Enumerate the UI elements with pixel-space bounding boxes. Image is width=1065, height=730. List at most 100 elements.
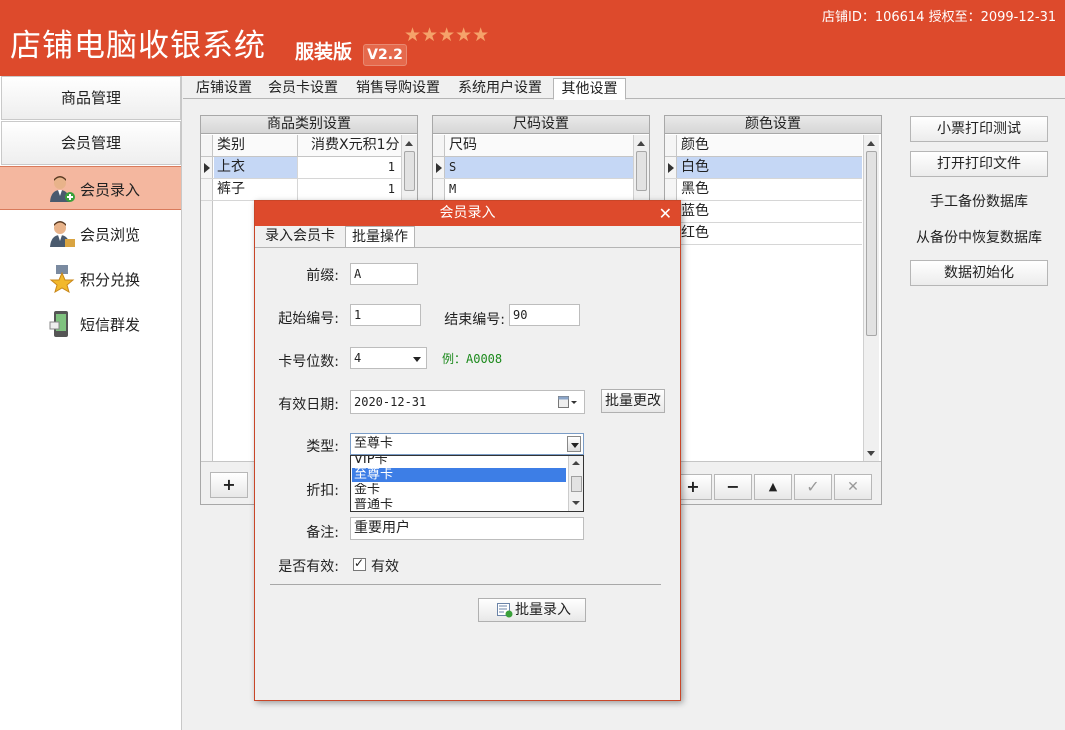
color-remove-button[interactable]: − — [714, 474, 752, 500]
size-panel-title: 尺码设置 — [433, 116, 649, 134]
scroll-up-icon[interactable] — [405, 141, 413, 146]
size-col-name: 尺码 — [449, 137, 477, 153]
color-cell[interactable]: 白色 — [681, 157, 709, 178]
valid-checkbox-label[interactable]: 有效 — [371, 556, 399, 576]
print-test-button[interactable]: 小票打印测试 — [910, 116, 1048, 142]
sidebar-item-member-add[interactable]: 会员录入 — [0, 166, 181, 210]
table-row[interactable]: 上衣 1 — [201, 157, 401, 179]
expiry-date-label: 有效日期: — [278, 397, 339, 413]
end-number-label: 结束编号: — [444, 312, 505, 328]
scroll-up-icon[interactable] — [867, 141, 875, 146]
expiry-date-value: 2020-12-31 — [354, 395, 427, 409]
data-init-button[interactable]: 数据初始化 — [910, 260, 1048, 286]
batch-entry-button[interactable]: 批量录入 — [478, 598, 586, 622]
card-type-select[interactable]: 至尊卡 — [350, 433, 584, 455]
expiry-date-picker[interactable]: 2020-12-31 — [350, 390, 585, 414]
scroll-up-icon[interactable] — [637, 141, 645, 146]
sidebar-member-management[interactable]: 会员管理 — [1, 121, 181, 165]
open-print-file-button[interactable]: 打开打印文件 — [910, 151, 1048, 177]
note-input[interactable]: 重要用户 — [350, 517, 584, 540]
sidebar-item-label: 会员录入 — [80, 181, 141, 199]
color-panel-title: 颜色设置 — [665, 116, 881, 134]
category-col-points: 消费X元积1分 — [311, 137, 400, 153]
tab-store-settings[interactable]: 店铺设置 — [190, 78, 258, 99]
note-label: 备注: — [306, 525, 339, 541]
sidebar-item-label: 短信群发 — [80, 316, 141, 334]
tab-enter-member-card[interactable]: 录入会员卡 — [258, 226, 342, 248]
sidebar-product-management[interactable]: 商品管理 — [1, 76, 181, 120]
table-row[interactable]: 裤子 1 — [201, 179, 401, 201]
prefix-input[interactable]: A — [350, 263, 418, 285]
category-name-cell[interactable]: 上衣 — [214, 157, 297, 178]
color-cancel-button[interactable]: ✕ — [834, 474, 872, 500]
scroll-thumb[interactable] — [866, 151, 877, 336]
row-indicator-icon — [204, 163, 210, 173]
scroll-down-icon[interactable] — [867, 451, 875, 456]
table-row[interactable]: M — [433, 179, 633, 201]
dialog-titlebar[interactable]: 会员录入 ✕ — [255, 201, 680, 226]
phone-icon — [49, 311, 68, 337]
size-cell[interactable]: S — [449, 157, 456, 178]
scroll-up-icon[interactable] — [572, 461, 580, 465]
card-digits-select[interactable]: 4 — [350, 347, 427, 369]
category-points-cell[interactable]: 1 — [388, 157, 395, 178]
medal-icon — [49, 265, 75, 293]
color-grid-header: 颜色 — [665, 135, 862, 157]
tab-sales-guide-settings[interactable]: 销售导购设置 — [351, 78, 445, 99]
category-points-cell[interactable]: 1 — [388, 179, 395, 200]
end-number-input[interactable]: 90 — [509, 304, 580, 326]
category-add-button[interactable]: + — [210, 472, 248, 498]
sidebar-item-sms-broadcast[interactable]: 短信群发 — [0, 302, 181, 346]
sidebar: 商品管理 会员管理 会员录入 会员浏览 积分兑换 短信群发 — [0, 76, 182, 730]
card-digits-value: 4 — [354, 351, 362, 365]
tab-other-settings[interactable]: 其他设置 — [553, 78, 626, 100]
check-icon: ✓ — [354, 556, 365, 570]
chevron-down-icon[interactable] — [413, 357, 421, 362]
category-name-cell[interactable]: 裤子 — [217, 179, 245, 200]
discount-label: 折扣: — [306, 483, 339, 499]
start-number-input[interactable]: 1 — [350, 304, 421, 326]
scroll-down-icon[interactable] — [572, 501, 580, 505]
app-edition: 服装版 — [295, 41, 353, 63]
tab-batch-operation[interactable]: 批量操作 — [345, 226, 415, 248]
table-row[interactable]: 白色 — [665, 157, 862, 179]
member-browse-icon — [50, 221, 75, 247]
restore-backup-link[interactable]: 从备份中恢复数据库 — [905, 227, 1053, 247]
dropdown-option[interactable]: 金卡 — [352, 483, 566, 497]
dropdown-option[interactable]: 普通卡 — [352, 498, 566, 511]
close-icon[interactable]: ✕ — [659, 201, 672, 226]
scroll-thumb[interactable] — [636, 151, 647, 191]
scroll-thumb[interactable] — [571, 476, 582, 492]
scroll-thumb[interactable] — [404, 151, 415, 191]
color-cell[interactable]: 蓝色 — [681, 201, 709, 222]
card-number-example: 例：A0008 — [442, 352, 503, 366]
sidebar-item-points-exchange[interactable]: 积分兑换 — [0, 257, 181, 301]
tab-system-user-settings[interactable]: 系统用户设置 — [453, 78, 547, 99]
member-entry-dialog: 会员录入 ✕ 录入会员卡 批量操作 前缀: A 起始编号: 1 结束编号: 90… — [254, 200, 681, 701]
table-row[interactable]: 红色 — [665, 223, 862, 245]
category-panel-title: 商品类别设置 — [201, 116, 417, 134]
batch-change-button[interactable]: 批量更改 — [601, 389, 665, 413]
table-row[interactable]: 蓝色 — [665, 201, 862, 223]
dropdown-option-selected[interactable]: 至尊卡 — [352, 468, 566, 482]
table-row[interactable]: 黑色 — [665, 179, 862, 201]
size-cell[interactable]: M — [449, 179, 456, 200]
dropdown-scrollbar[interactable] — [568, 456, 583, 511]
batch-entry-icon — [497, 603, 513, 618]
color-confirm-button[interactable]: ✓ — [794, 474, 832, 500]
chevron-down-icon[interactable] — [567, 436, 581, 452]
sidebar-item-label: 积分兑换 — [80, 271, 141, 289]
tab-member-card-settings[interactable]: 会员卡设置 — [263, 78, 343, 99]
color-scrollbar[interactable] — [863, 135, 879, 461]
sidebar-item-label: 会员浏览 — [80, 226, 141, 244]
card-digits-label: 卡号位数: — [278, 354, 339, 370]
sidebar-item-member-browse[interactable]: 会员浏览 — [0, 212, 181, 256]
dropdown-option[interactable]: VIP卡 — [352, 456, 566, 467]
calendar-icon[interactable] — [558, 395, 578, 409]
color-cell[interactable]: 红色 — [681, 223, 709, 244]
color-cell[interactable]: 黑色 — [681, 179, 709, 200]
color-move-up-button[interactable]: ▲ — [754, 474, 792, 500]
table-row[interactable]: S — [433, 157, 633, 179]
valid-checkbox[interactable]: ✓ — [353, 556, 366, 571]
manual-backup-link[interactable]: 手工备份数据库 — [905, 191, 1053, 211]
